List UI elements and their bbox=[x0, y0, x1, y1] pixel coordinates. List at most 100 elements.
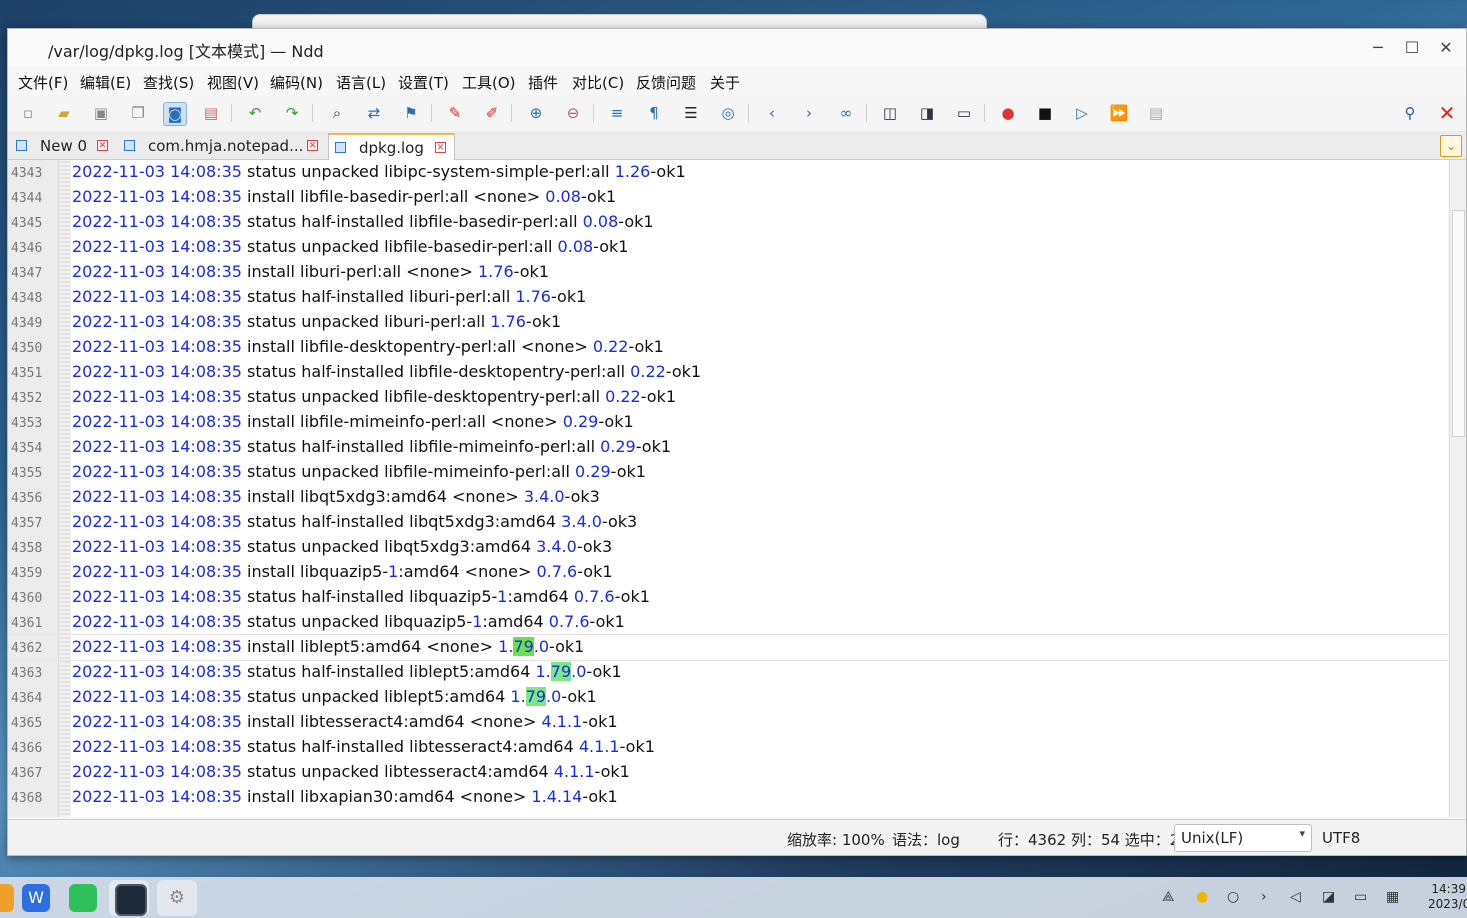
editor-line[interactable]: 4354 2022-11-03 14:08:35 status half-inst… bbox=[8, 435, 1448, 460]
log-text: install libfile-desktopentry-perl:all <n… bbox=[241, 337, 593, 356]
target-icon[interactable]: ◎ bbox=[717, 102, 739, 124]
redo-icon[interactable]: ↷ bbox=[281, 102, 303, 124]
monitor-icon[interactable]: ▭ bbox=[953, 102, 975, 124]
record-icon[interactable]: ● bbox=[997, 102, 1019, 124]
terminal-icon[interactable] bbox=[115, 884, 147, 916]
menu-settings[interactable]: 设置(T) bbox=[398, 72, 449, 93]
editor-line[interactable]: 4345 2022-11-03 14:08:35 status half-inst… bbox=[8, 210, 1448, 235]
editor-line[interactable]: 4344 2022-11-03 14:08:35 install libfile-… bbox=[8, 185, 1448, 210]
editor-line[interactable]: 4357 2022-11-03 14:08:35 status half-inst… bbox=[8, 510, 1448, 535]
editor-line[interactable]: 4347 2022-11-03 14:08:35 install liburi-p… bbox=[8, 260, 1448, 285]
editor-line[interactable]: 4346 2022-11-03 14:08:35 status unpacked … bbox=[8, 235, 1448, 260]
keyboard-icon[interactable]: ▦ bbox=[1386, 889, 1399, 905]
editor-line[interactable]: 4363 2022-11-03 14:08:35 status half-inst… bbox=[8, 660, 1448, 685]
text-editor[interactable]: 4343 2022-11-03 14:08:35 status unpacked … bbox=[8, 160, 1448, 817]
tab-new-0[interactable]: New 0 ✕ bbox=[10, 133, 114, 159]
save-icon[interactable]: ▣ bbox=[90, 102, 112, 124]
play-icon[interactable]: ▷ bbox=[1071, 102, 1093, 124]
volume-icon[interactable]: ◁ bbox=[1290, 889, 1301, 905]
save-macro-icon[interactable]: ▤ bbox=[1145, 102, 1167, 124]
editor-line[interactable]: 4348 2022-11-03 14:08:35 status half-inst… bbox=[8, 285, 1448, 310]
menu-language[interactable]: 语言(L) bbox=[336, 72, 386, 93]
editor-line[interactable]: 4351 2022-11-03 14:08:35 status half-inst… bbox=[8, 360, 1448, 385]
notification-icon[interactable]: ▭ bbox=[1354, 889, 1367, 905]
vertical-scrollbar[interactable] bbox=[1449, 160, 1466, 817]
chat-icon[interactable] bbox=[69, 884, 97, 912]
editor-line[interactable]: 4361 2022-11-03 14:08:35 status unpacked … bbox=[8, 610, 1448, 635]
editor-line[interactable]: 4350 2022-11-03 14:08:35 install libfile-… bbox=[8, 335, 1448, 360]
replace-icon[interactable]: ⇄ bbox=[363, 102, 385, 124]
clock[interactable]: 14:39 2023/0 bbox=[1428, 882, 1467, 912]
editor-line[interactable]: 4355 2022-11-03 14:08:35 status unpacked … bbox=[8, 460, 1448, 485]
eol-select[interactable]: Unix(LF) ▾ bbox=[1174, 824, 1312, 852]
menu-compare[interactable]: 对比(C) bbox=[572, 72, 624, 93]
settings-icon[interactable]: ⚙ bbox=[163, 884, 191, 912]
editor-line[interactable]: 4365 2022-11-03 14:08:35 install libtesse… bbox=[8, 710, 1448, 735]
tab-list-chevron-icon[interactable]: ⌄ bbox=[1440, 135, 1462, 157]
menu-edit[interactable]: 编辑(E) bbox=[80, 72, 131, 93]
next-icon[interactable]: › bbox=[798, 102, 820, 124]
menu-about[interactable]: 关于 bbox=[710, 72, 740, 93]
editor-line[interactable]: 4364 2022-11-03 14:08:35 status unpacked … bbox=[8, 685, 1448, 710]
editor-line[interactable]: 4366 2022-11-03 14:08:35 status half-inst… bbox=[8, 735, 1448, 760]
compare-icon[interactable]: ◫ bbox=[879, 102, 901, 124]
stop-icon[interactable]: ■ bbox=[1034, 102, 1056, 124]
editor-line[interactable]: 4359 2022-11-03 14:08:35 install libquazi… bbox=[8, 560, 1448, 585]
devices-icon[interactable]: ◪ bbox=[1322, 889, 1335, 905]
word-wrap-icon[interactable]: ≡ bbox=[606, 102, 628, 124]
bookmark-icon[interactable]: ⚑ bbox=[400, 102, 422, 124]
launcher-icon[interactable] bbox=[0, 884, 14, 912]
close-icon[interactable]: ✕ bbox=[1436, 102, 1458, 124]
close-file-icon[interactable]: ▤ bbox=[200, 102, 222, 124]
tab-close-icon[interactable]: ✕ bbox=[435, 142, 446, 153]
close-button[interactable]: ✕ bbox=[1434, 37, 1458, 59]
editor-line[interactable]: 4352 2022-11-03 14:08:35 status unpacked … bbox=[8, 385, 1448, 410]
menu-encoding[interactable]: 编码(N) bbox=[270, 72, 323, 93]
tab-close-icon[interactable]: ✕ bbox=[97, 140, 108, 151]
editor-line[interactable]: 4349 2022-11-03 14:08:35 status unpacked … bbox=[8, 310, 1448, 335]
tab-dpkg-log[interactable]: dpkg.log ✕ bbox=[328, 133, 455, 161]
zoom-out-icon[interactable]: ⊖ bbox=[562, 102, 584, 124]
weather-icon[interactable]: ● bbox=[1196, 889, 1208, 905]
minimize-button[interactable]: ─ bbox=[1366, 37, 1390, 59]
editor-line[interactable]: 4343 2022-11-03 14:08:35 status unpacked … bbox=[8, 160, 1448, 185]
editor-line[interactable]: 4362 2022-11-03 14:08:35 install liblept5… bbox=[8, 634, 1448, 661]
scrollbar-thumb[interactable] bbox=[1452, 210, 1465, 437]
menu-search[interactable]: 查找(S) bbox=[143, 72, 194, 93]
editor-line[interactable]: 4353 2022-11-03 14:08:35 install libfile-… bbox=[8, 410, 1448, 435]
menu-file[interactable]: 文件(F) bbox=[18, 72, 68, 93]
search-icon[interactable]: ○ bbox=[1227, 889, 1239, 905]
expand-icon[interactable]: › bbox=[1261, 889, 1267, 905]
mark-icon[interactable]: ✎ bbox=[444, 102, 466, 124]
zoom-in-icon[interactable]: ⊕ bbox=[525, 102, 547, 124]
file-icon[interactable]: ◙ bbox=[163, 102, 187, 126]
menu-tools[interactable]: 工具(O) bbox=[462, 72, 516, 93]
show-symbols-icon[interactable]: ¶ bbox=[643, 102, 665, 124]
pin-icon[interactable]: ⚲ bbox=[1399, 102, 1421, 124]
network-icon[interactable]: ⟁ bbox=[1162, 889, 1175, 905]
menu-feedback[interactable]: 反馈问题 bbox=[636, 72, 696, 93]
play-multi-icon[interactable]: ⏩ bbox=[1108, 102, 1130, 124]
tab-notepad[interactable]: com.hmja.notepad... ✕ bbox=[118, 133, 328, 159]
save-all-icon[interactable]: ❐ bbox=[127, 102, 149, 124]
editor-line[interactable]: 4358 2022-11-03 14:08:35 status unpacked … bbox=[8, 535, 1448, 560]
menu-view[interactable]: 视图(V) bbox=[207, 72, 259, 93]
clear-mark-icon[interactable]: ✐ bbox=[481, 102, 503, 124]
editor-line[interactable]: 4368 2022-11-03 14:08:35 install libxapia… bbox=[8, 785, 1448, 810]
prev-icon[interactable]: ‹ bbox=[761, 102, 783, 124]
indent-guide-icon[interactable]: ☰ bbox=[680, 102, 702, 124]
open-file-icon[interactable]: ▰ bbox=[53, 102, 75, 124]
editor-line[interactable]: 4356 2022-11-03 14:08:35 install libqt5xd… bbox=[8, 485, 1448, 510]
goto-icon[interactable]: ∞ bbox=[835, 102, 857, 124]
maximize-button[interactable]: ☐ bbox=[1400, 37, 1424, 59]
editor-line[interactable]: 4367 2022-11-03 14:08:35 status unpacked … bbox=[8, 760, 1448, 785]
undo-icon[interactable]: ↶ bbox=[244, 102, 266, 124]
compare-dir-icon[interactable]: ◨ bbox=[916, 102, 938, 124]
find-icon[interactable]: ⌕ bbox=[326, 102, 348, 124]
new-file-icon[interactable]: ▫ bbox=[17, 102, 39, 124]
line-number: 4364 bbox=[11, 691, 43, 706]
tab-close-icon[interactable]: ✕ bbox=[307, 140, 318, 151]
menu-plugins[interactable]: 插件 bbox=[528, 72, 558, 93]
editor-line[interactable]: 4360 2022-11-03 14:08:35 status half-inst… bbox=[8, 585, 1448, 610]
wps-icon[interactable]: W bbox=[22, 884, 50, 912]
